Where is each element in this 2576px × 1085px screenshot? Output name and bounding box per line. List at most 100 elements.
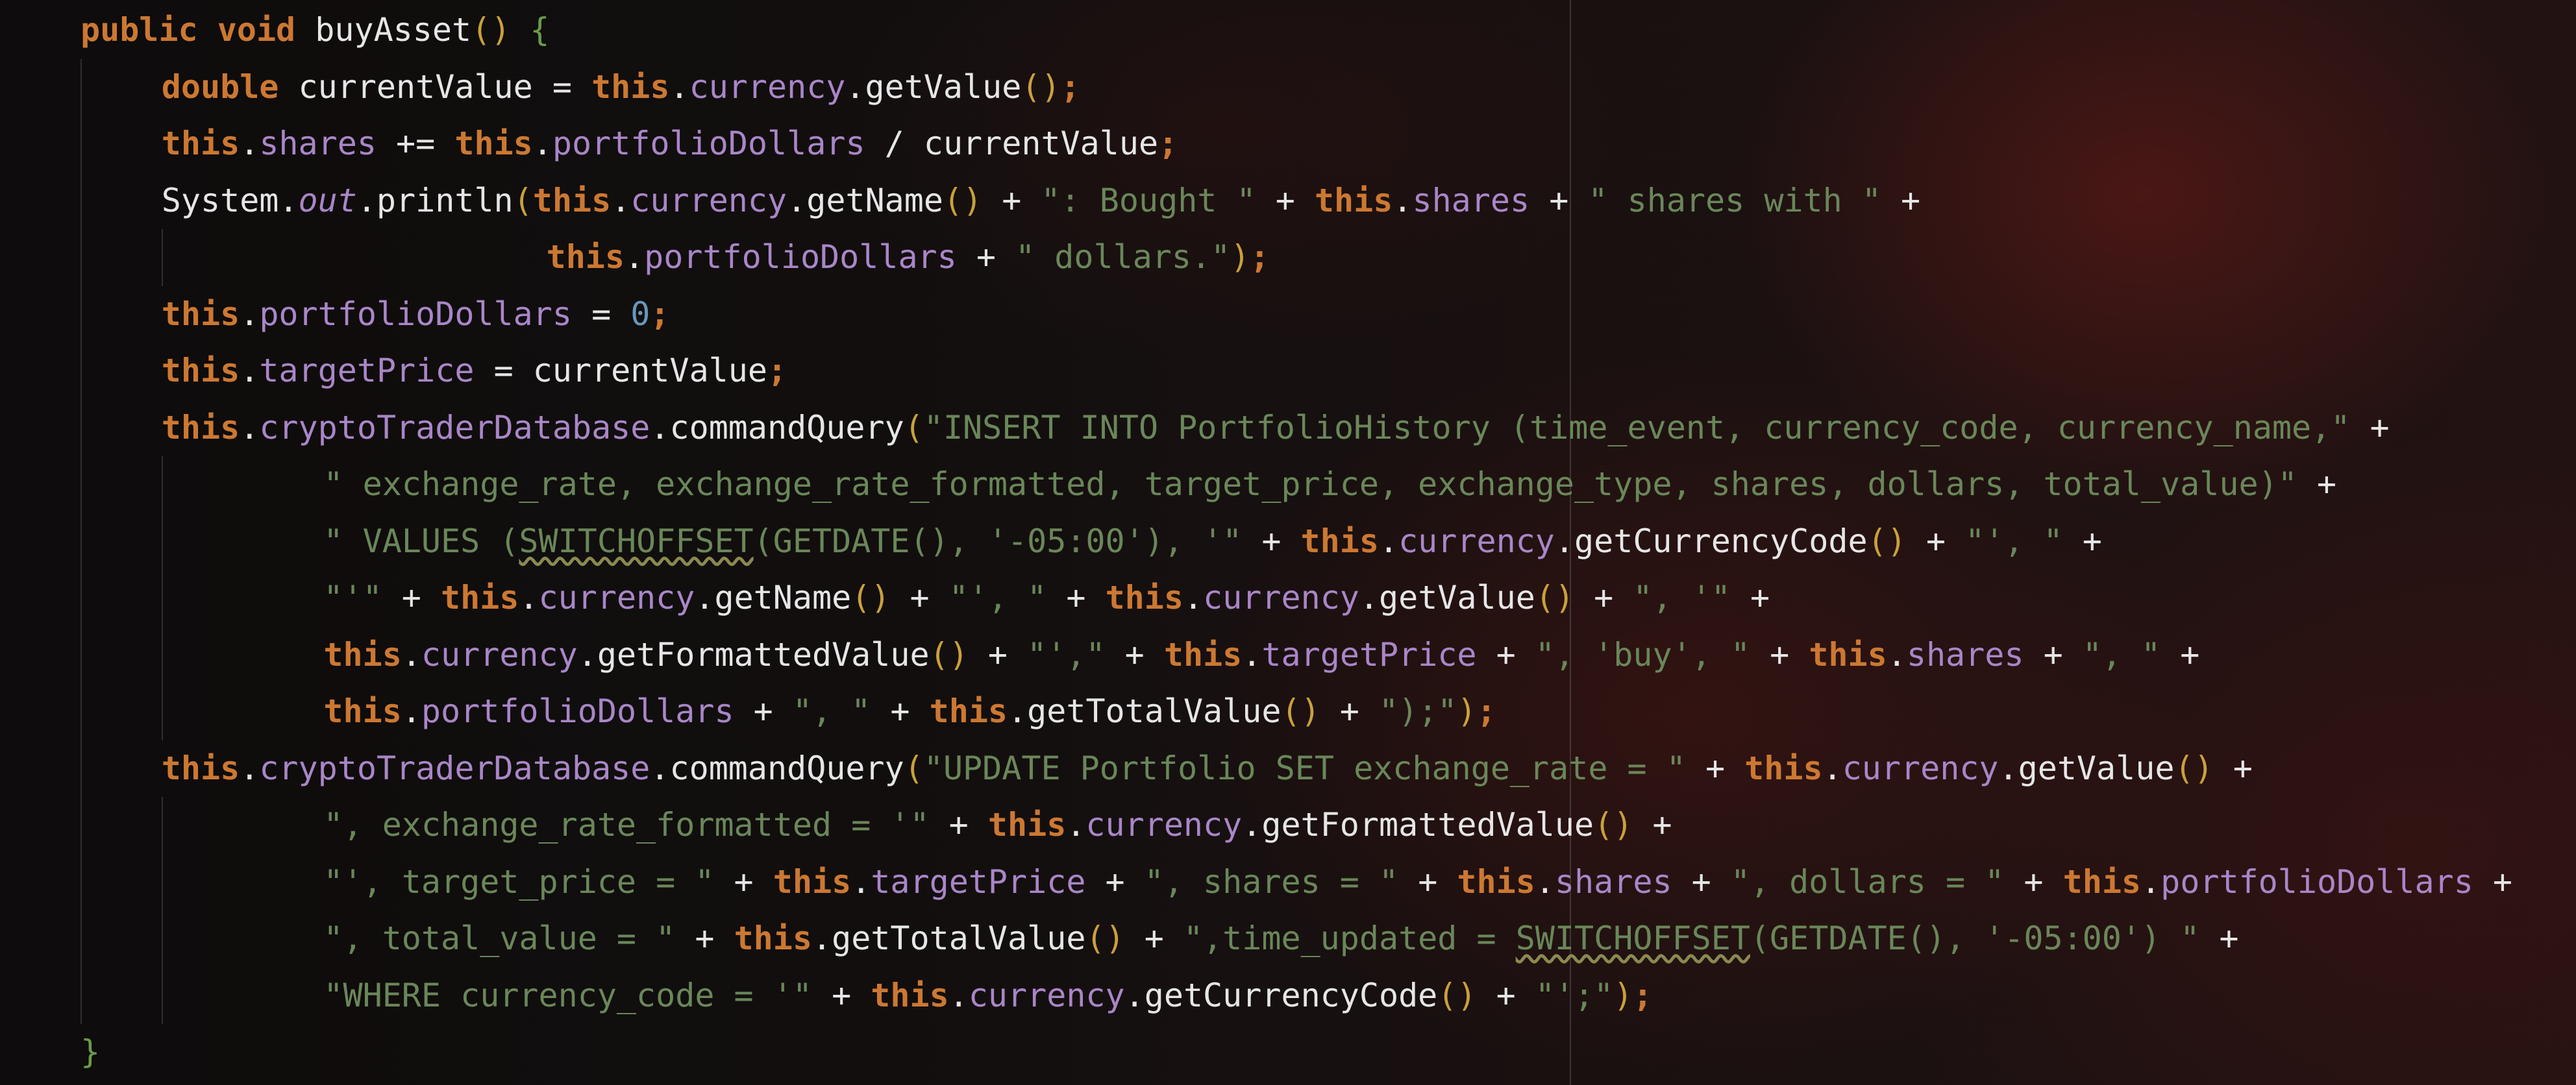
code-token: 0: [630, 295, 650, 333]
code-token: this: [441, 579, 519, 616]
method-indent-guide: [80, 58, 82, 1024]
code-token: this: [2062, 862, 2142, 901]
code-token: this: [773, 862, 852, 901]
code-line[interactable]: this.currency.getFormattedValue() + "',"…: [323, 627, 2199, 684]
code-token: public: [80, 11, 198, 49]
code-token: +: [1750, 635, 1809, 674]
code-token: targetPrice: [871, 862, 1086, 901]
code-token: this: [532, 181, 612, 219]
code-token: "UPDATE Portfolio SET exchange_rate = ": [923, 749, 1686, 787]
code-token: this: [734, 920, 812, 957]
code-token: portfolioDollars: [259, 295, 572, 333]
code-token: .: [401, 635, 421, 674]
code-token: .: [401, 692, 421, 730]
code-line[interactable]: this.portfolioDollars + ", " + this.getT…: [323, 683, 1496, 740]
code-token: (): [1594, 806, 1633, 844]
code-token: +: [1530, 181, 1589, 219]
code-token: +: [1633, 806, 1672, 844]
code-token: .getTotalValue: [1008, 692, 1282, 730]
code-token: +: [2473, 862, 2513, 901]
code-token: currency: [689, 67, 846, 106]
code-token: +: [2213, 749, 2253, 787]
code-line[interactable]: }: [80, 1024, 100, 1081]
code-token: +: [929, 806, 988, 844]
code-line[interactable]: this.shares += this.portfolioDollars / c…: [162, 116, 1178, 173]
code-token: currency: [630, 181, 787, 219]
code-token: +: [871, 692, 930, 730]
code-token: (GETDATE(), '-05:00'), '": [753, 522, 1243, 560]
code-line[interactable]: ", exchange_rate_formatted = '" + this.c…: [323, 797, 1672, 854]
code-token: (): [1085, 920, 1125, 957]
code-token: this: [323, 635, 402, 674]
code-token: .: [851, 862, 871, 901]
continuation-indent-guide: [161, 229, 163, 286]
code-token: .: [1535, 862, 1555, 901]
code-token: +: [2199, 920, 2239, 957]
code-token: this: [323, 692, 402, 730]
code-line[interactable]: " VALUES (SWITCHOFFSET(GETDATE(), '-05:0…: [323, 513, 2101, 570]
code-token: (): [1867, 522, 1907, 560]
code-token: .: [1242, 635, 1262, 674]
code-token: .: [1378, 522, 1399, 560]
code-token: .getName: [787, 181, 943, 219]
code-editor[interactable]: public void buyAsset() {double currentVa…: [0, 0, 2576, 1085]
code-token: +: [956, 238, 1016, 276]
code-token: +: [1881, 181, 1921, 219]
code-token: " VALUES (: [323, 522, 519, 560]
code-token: +: [734, 692, 793, 730]
code-token: currency: [1398, 522, 1555, 560]
code-token: ;: [1476, 692, 1496, 730]
code-line[interactable]: this.cryptoTraderDatabase.commandQuery("…: [162, 400, 2390, 457]
code-line[interactable]: "'" + this.currency.getName() + "', " + …: [323, 570, 1770, 627]
code-token: .println: [356, 181, 514, 219]
code-token: ", ": [792, 692, 871, 730]
code-line[interactable]: public void buyAsset() {: [80, 2, 550, 59]
code-token: SWITCHOFFSET: [519, 522, 754, 560]
code-token: this: [161, 749, 240, 787]
code-line[interactable]: this.portfolioDollars + " dollars.");: [547, 229, 1270, 286]
code-token: (): [471, 11, 511, 49]
code-line[interactable]: double currentValue = this.currency.getV…: [162, 59, 1080, 116]
code-token: +: [1398, 862, 1457, 901]
code-token: ", total_value = ": [323, 920, 676, 957]
code-token: +: [675, 920, 734, 957]
code-token: +: [1105, 635, 1164, 674]
code-token: .: [669, 67, 689, 106]
code-token: cryptoTraderDatabase: [259, 408, 650, 446]
code-token: +: [2350, 408, 2390, 446]
code-token: currency: [968, 976, 1125, 1014]
code-token: "WHERE currency_code = '": [323, 976, 812, 1014]
code-token: currency: [421, 635, 578, 674]
code-token: .commandQuery: [650, 408, 904, 446]
code-line[interactable]: ", total_value = " + this.getTotalValue(…: [323, 910, 2238, 968]
code-token: ",time_updated =: [1183, 920, 1516, 957]
code-line[interactable]: "WHERE currency_code = '" + this.currenc…: [323, 968, 1652, 1025]
code-token: .: [240, 295, 260, 333]
code-token: " shares with ": [1588, 181, 1881, 219]
code-token: "'": [323, 579, 382, 616]
code-token: +: [2161, 635, 2200, 674]
code-line[interactable]: "', target_price = " + this.targetPrice …: [323, 854, 2512, 911]
code-token: portfolioDollars: [644, 238, 957, 276]
code-token: +: [1476, 635, 1535, 674]
code-token: = currentValue: [474, 352, 768, 389]
code-token: " dollars.": [1015, 238, 1231, 276]
code-token: this: [1457, 862, 1535, 901]
code-token: this: [1744, 749, 1823, 787]
code-token: portfolioDollars: [552, 125, 865, 162]
code-token: +: [1672, 862, 1731, 901]
code-token: shares: [1412, 181, 1530, 219]
code-line[interactable]: this.cryptoTraderDatabase.commandQuery("…: [162, 740, 2253, 798]
code-token: this: [454, 125, 533, 162]
code-line[interactable]: " exchange_rate, exchange_rate_formatted…: [323, 456, 2336, 513]
code-token: .getValue: [845, 67, 1022, 106]
code-line[interactable]: this.portfolioDollars = 0;: [162, 286, 670, 343]
code-token: .: [625, 238, 645, 276]
code-token: +: [1256, 181, 1315, 219]
code-token: +: [1574, 579, 1633, 616]
code-line[interactable]: System.out.println(this.currency.getName…: [162, 173, 1920, 230]
code-token: (): [943, 181, 983, 219]
code-line[interactable]: this.targetPrice = currentValue;: [162, 343, 787, 400]
